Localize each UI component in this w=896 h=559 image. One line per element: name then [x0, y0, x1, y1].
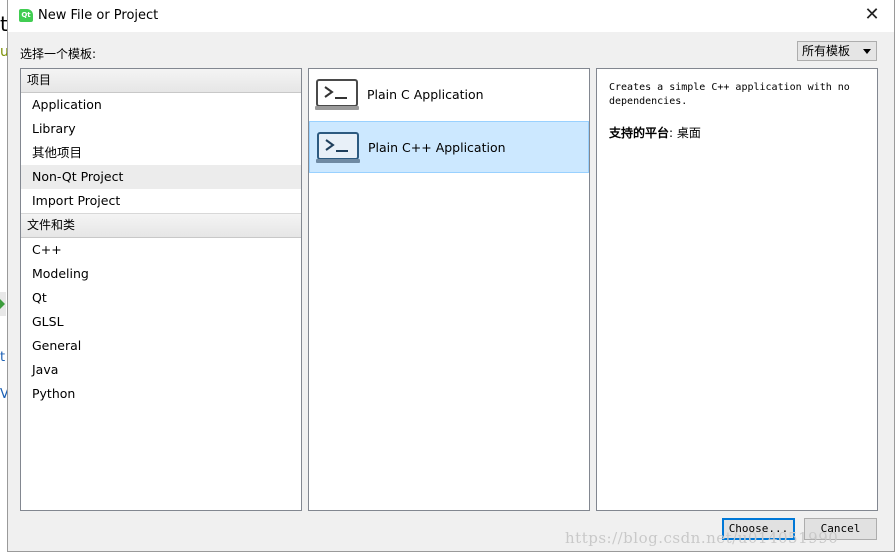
- title-bar: Qt New File or Project ✕: [8, 0, 894, 32]
- new-file-or-project-dialog: Qt New File or Project ✕ 选择一个模板: 所有模板 项目…: [7, 0, 895, 552]
- category-header-files-and-classes: 文件和类: [21, 213, 301, 238]
- category-item-general[interactable]: General: [21, 334, 301, 358]
- template-label: Plain C++ Application: [368, 140, 506, 155]
- description-line: dependencies.: [609, 96, 688, 107]
- category-item-java[interactable]: Java: [21, 358, 301, 382]
- platform-label: 支持的平台: [609, 126, 670, 140]
- template-item-plain-cpp[interactable]: Plain C++ Application: [309, 121, 589, 173]
- template-label: Plain C Application: [367, 87, 484, 102]
- category-item-import-project[interactable]: Import Project: [21, 189, 301, 213]
- template-description: Creates a simple C++ application with no…: [609, 81, 864, 109]
- category-item-glsl[interactable]: GLSL: [21, 310, 301, 334]
- category-item-non-qt-project[interactable]: Non-Qt Project: [21, 165, 301, 189]
- template-list[interactable]: Plain C Application Plain C++ Applicatio…: [308, 68, 590, 511]
- template-description-panel: Creates a simple C++ application with no…: [596, 68, 878, 511]
- category-list[interactable]: 项目 Application Library 其他项目 Non-Qt Proje…: [20, 68, 302, 511]
- qt-logo-icon: Qt: [19, 9, 33, 22]
- category-item-modeling[interactable]: Modeling: [21, 262, 301, 286]
- category-item-qt[interactable]: Qt: [21, 286, 301, 310]
- terminal-icon: [316, 132, 360, 163]
- supported-platforms: 支持的平台: 桌面: [609, 124, 701, 141]
- category-item-library[interactable]: Library: [21, 117, 301, 141]
- description-line: Creates a simple C++ application with no: [609, 82, 850, 93]
- category-item-other-project[interactable]: 其他项目: [21, 141, 301, 165]
- category-item-cpp[interactable]: C++: [21, 238, 301, 262]
- watermark: https://blog.csdn.net/u014051990: [565, 529, 839, 547]
- template-filter-value: 所有模板: [802, 44, 851, 58]
- close-button[interactable]: ✕: [850, 0, 894, 32]
- template-filter-dropdown[interactable]: 所有模板: [797, 41, 877, 61]
- category-item-python[interactable]: Python: [21, 382, 301, 406]
- background-fragment: t: [0, 350, 6, 365]
- template-item-plain-c[interactable]: Plain C Application: [309, 69, 589, 121]
- category-header-projects: 项目: [21, 69, 301, 93]
- run-icon: [0, 299, 5, 309]
- category-item-application[interactable]: Application: [21, 93, 301, 117]
- platform-value: : 桌面: [669, 126, 701, 140]
- window-title: New File or Project: [38, 8, 159, 23]
- chevron-down-icon: [863, 49, 871, 54]
- terminal-icon: [315, 79, 359, 110]
- choose-template-label: 选择一个模板:: [20, 47, 97, 61]
